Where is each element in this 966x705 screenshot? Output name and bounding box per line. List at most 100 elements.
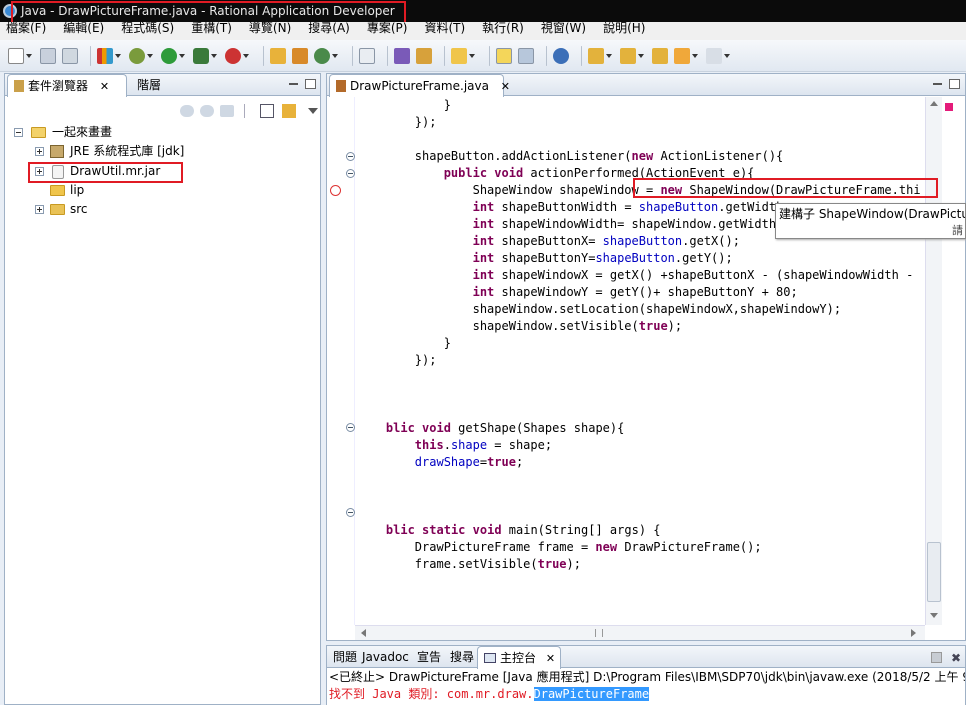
show-whitespace-icon[interactable]: [518, 47, 534, 64]
console-output[interactable]: <已終止> DrawPictureFrame [Java 應用程式] D:\Pr…: [327, 669, 965, 705]
expand-icon[interactable]: [35, 205, 44, 214]
code-area[interactable]: } }); shapeButton.addActionListener(new …: [327, 97, 925, 625]
menu-search[interactable]: 搜尋(A): [308, 22, 350, 37]
next-annotation-icon[interactable]: [588, 47, 604, 64]
terminate-icon[interactable]: [931, 652, 942, 663]
new-dropdown-icon[interactable]: [26, 53, 32, 58]
refresh-icon[interactable]: [314, 47, 330, 64]
toolbar-separator: [546, 45, 547, 66]
console-error-class: DrawPictureFrame: [533, 687, 650, 701]
web-icon[interactable]: [553, 47, 569, 64]
collapse-icon[interactable]: [14, 128, 23, 137]
minimize-icon[interactable]: [289, 83, 298, 85]
menu-file[interactable]: 檔案(F): [6, 22, 46, 37]
tab-hierarchy[interactable]: 階層: [131, 74, 167, 96]
console-error-prefix: 找不到 Java 類別: com.mr.draw.: [329, 687, 534, 701]
link-with-editor-icon[interactable]: [282, 104, 296, 118]
menu-refactor[interactable]: 重構(T): [191, 22, 232, 37]
save-icon[interactable]: [40, 47, 56, 64]
remove-launch-icon[interactable]: ✖: [951, 652, 963, 664]
debug-icon[interactable]: [129, 47, 145, 64]
profile-dropdown-icon[interactable]: [243, 53, 249, 58]
print-icon[interactable]: [62, 47, 78, 64]
code-token: .getX();: [682, 234, 740, 248]
code-token: new: [595, 540, 618, 554]
expand-icon[interactable]: [35, 147, 44, 156]
run-dropdown-icon[interactable]: [179, 53, 185, 58]
scrollbar-grip[interactable]: [595, 629, 603, 637]
collapse-all-icon[interactable]: [260, 104, 274, 118]
code-token: .getWidth: [718, 200, 784, 214]
open-resource-icon[interactable]: [416, 47, 432, 64]
last-edit-icon[interactable]: [652, 47, 668, 64]
horizontal-scrollbar[interactable]: [355, 625, 925, 640]
tab-drawpictureframe[interactable]: DrawPictureFrame.java ✕: [329, 74, 510, 97]
outline-icon[interactable]: [359, 47, 375, 64]
maximize-icon[interactable]: [305, 79, 316, 89]
code-token: );: [667, 319, 683, 333]
menu-edit[interactable]: 編輯(E): [63, 22, 104, 37]
menu-help[interactable]: 說明(H): [603, 22, 645, 37]
forward-icon[interactable]: [706, 47, 722, 64]
new-class-icon[interactable]: [292, 47, 308, 64]
open-type-icon[interactable]: [394, 47, 410, 64]
forward-dropdown-icon[interactable]: [724, 53, 730, 58]
close-icon[interactable]: ✕: [501, 80, 510, 93]
java-file-icon: [336, 80, 346, 92]
mark-occurrences-icon[interactable]: [496, 47, 512, 64]
run-external-icon[interactable]: [193, 47, 209, 64]
scroll-up-icon[interactable]: [930, 101, 938, 106]
menu-window[interactable]: 視窗(W): [541, 22, 586, 37]
prev-annotation-dropdown-icon[interactable]: [638, 53, 644, 58]
scrollbar-thumb[interactable]: [927, 542, 941, 602]
scroll-right-icon[interactable]: [911, 629, 916, 637]
menu-source[interactable]: 程式碼(S): [121, 22, 174, 37]
back-dropdown-icon[interactable]: [692, 53, 698, 58]
back-arrow-icon[interactable]: [180, 105, 194, 117]
back-icon[interactable]: [674, 47, 690, 64]
new-icon[interactable]: [8, 47, 24, 64]
menu-project[interactable]: 專案(P): [367, 22, 408, 37]
run-icon[interactable]: [161, 47, 177, 64]
next-annotation-dropdown-icon[interactable]: [606, 53, 612, 58]
tree-item-label: 一起來畫畫: [52, 125, 113, 139]
tab-console[interactable]: 主控台 ✕: [477, 646, 561, 669]
tab-declaration[interactable]: 宣告: [411, 646, 447, 668]
chart-dropdown-icon[interactable]: [115, 53, 121, 58]
tab-javadoc[interactable]: Javadoc: [356, 646, 415, 668]
error-marker-icon[interactable]: [945, 103, 953, 111]
toolbar-separator: [90, 45, 91, 66]
tree-item-project[interactable]: 一起來畫畫: [5, 123, 205, 142]
menu-navigate[interactable]: 導覽(N): [249, 22, 291, 37]
scroll-left-icon[interactable]: [361, 629, 366, 637]
close-icon[interactable]: ✕: [100, 80, 109, 93]
close-icon[interactable]: ✕: [546, 652, 555, 665]
forward-arrow-icon[interactable]: [200, 105, 214, 117]
folder-icon[interactable]: [451, 47, 467, 64]
tab-search[interactable]: 搜尋: [444, 646, 480, 668]
refresh-dropdown-icon[interactable]: [332, 53, 338, 58]
folder-dropdown-icon[interactable]: [469, 53, 475, 58]
code-token: .getY();: [674, 251, 733, 265]
new-package-icon[interactable]: [270, 47, 286, 64]
scroll-down-icon[interactable]: [930, 613, 938, 618]
tree-item-src[interactable]: src: [5, 200, 205, 219]
profile-icon[interactable]: [225, 47, 241, 64]
up-icon[interactable]: [220, 105, 234, 117]
tooltip-text: 建構子 ShapeWindow(DrawPictureFrame, Shape: [779, 207, 966, 221]
prev-annotation-icon[interactable]: [620, 47, 636, 64]
menu-data[interactable]: 資料(T): [424, 22, 465, 37]
tree-item-jre[interactable]: JRE 系統程式庫 [jdk]: [5, 142, 225, 161]
run-external-dropdown-icon[interactable]: [211, 53, 217, 58]
minimize-icon[interactable]: [933, 83, 942, 85]
maximize-icon[interactable]: [949, 79, 960, 89]
tree-item-lip[interactable]: lip: [5, 181, 205, 200]
menu-run[interactable]: 執行(R): [482, 22, 524, 37]
view-menu-icon[interactable]: [308, 108, 318, 114]
chart-icon[interactable]: [97, 47, 113, 64]
debug-dropdown-icon[interactable]: [147, 53, 153, 58]
vertical-scrollbar[interactable]: [925, 97, 942, 625]
tab-package-explorer[interactable]: 套件瀏覽器 ✕: [7, 74, 127, 97]
